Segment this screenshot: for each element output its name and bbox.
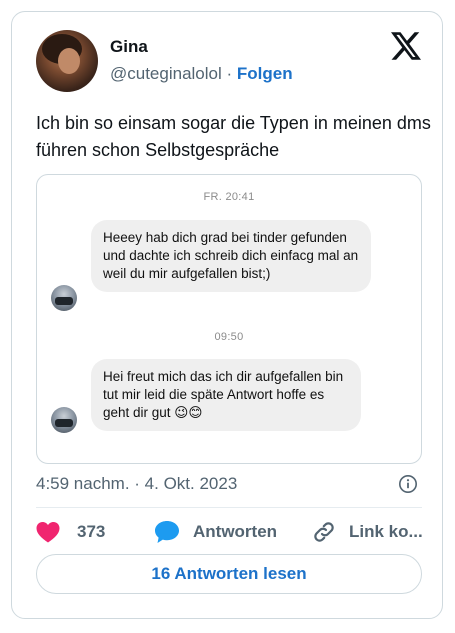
author-name[interactable]: Gina	[110, 37, 148, 57]
heart-icon	[36, 522, 60, 543]
dm-sender-avatar	[51, 285, 77, 311]
dm-screenshot-image[interactable]: FR. 20:41 Heeey hab dich grad bei tinder…	[36, 174, 422, 464]
dm-message-bubble: Hei freut mich das ich dir aufgefallen b…	[91, 359, 361, 431]
read-replies-button[interactable]: 16 Antworten lesen	[36, 554, 422, 594]
like-count: 373	[77, 522, 106, 541]
avatar-face	[58, 48, 80, 74]
tweet-text: Ich bin so einsam sogar die Typen in mei…	[36, 113, 431, 160]
author-handle[interactable]: @cuteginalolol	[110, 64, 222, 83]
dm-sender-avatar	[51, 407, 77, 433]
divider	[36, 507, 422, 508]
copy-link-button[interactable]: Link ko...	[312, 517, 423, 547]
x-logo-icon[interactable]	[391, 32, 421, 60]
link-icon	[314, 522, 334, 542]
like-button[interactable]: 373	[36, 517, 105, 547]
follow-button[interactable]: Folgen	[237, 64, 293, 83]
author-handle-row: @cuteginalolol · Folgen	[110, 64, 293, 84]
handle-separator: ·	[221, 64, 237, 83]
dm-timestamp: FR. 20:41	[203, 191, 255, 203]
tweet-timestamp[interactable]: 4:59 nachm. · 4. Okt. 2023	[36, 474, 237, 494]
author-avatar[interactable]	[36, 30, 98, 92]
action-bar: 373 Antworten Link ko...	[36, 517, 436, 547]
link-label: Link ko...	[349, 522, 423, 541]
dm-timestamp: 09:50	[214, 331, 244, 343]
tweet-card: Gina @cuteginalolol · Folgen Ich bin so …	[11, 11, 443, 619]
dm-message-bubble: Heeey hab dich grad bei tinder gefunden …	[91, 220, 371, 292]
info-icon[interactable]	[398, 474, 418, 494]
speech-bubble-icon	[155, 521, 179, 543]
reply-button[interactable]: Antworten	[154, 517, 277, 547]
reply-label: Antworten	[193, 522, 278, 541]
